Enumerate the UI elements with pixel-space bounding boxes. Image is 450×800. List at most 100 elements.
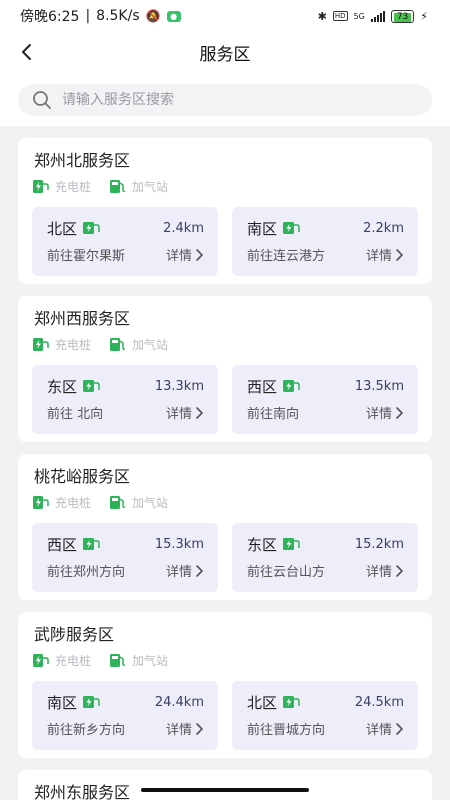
- zone-distance: 15.2km: [354, 536, 404, 552]
- service-area-name: 武陟服务区: [34, 625, 115, 644]
- zone-direction: 前往郑州方向: [47, 565, 126, 580]
- zone-distance: 15.3km: [154, 536, 204, 552]
- search-box[interactable]: [18, 84, 432, 116]
- facility-gas-label: 加气站: [132, 179, 169, 194]
- zone-card[interactable]: 南区 24.4km 前往新乡方向 详情: [32, 681, 218, 750]
- facility-tags: 充电桩 加气站: [32, 493, 418, 511]
- zone-distance: 13.5km: [354, 378, 404, 394]
- detail-link[interactable]: 详情: [366, 403, 404, 422]
- zone-direction: 前往新乡方向: [47, 723, 126, 738]
- charging-pile-icon: [33, 496, 49, 509]
- status-speed: 8.5K/s: [96, 8, 140, 24]
- service-area-name: 桃花峪服务区: [34, 467, 131, 486]
- zone-distance: 13.3km: [154, 378, 204, 394]
- detail-link[interactable]: 详情: [366, 561, 404, 580]
- zone-list: 北区 2.4km 前往霍尔果斯 详情 南区 2.2km 前往连云港方 详情: [32, 207, 418, 276]
- chevron-right-icon: [196, 564, 203, 577]
- mute-icon: 🔕: [145, 9, 161, 23]
- chevron-right-icon: [196, 406, 203, 419]
- detail-link[interactable]: 详情: [166, 561, 204, 580]
- hd-icon: HD: [332, 11, 348, 21]
- battery-icon: 73: [390, 9, 415, 23]
- service-area-card[interactable]: 武陟服务区 充电桩 加气站 南区 24.4km 前往新乡方向 详情 北区 24.…: [18, 612, 432, 758]
- charging-icon: [83, 380, 100, 392]
- zone-card[interactable]: 西区 13.5km 前往南向 详情: [232, 365, 418, 434]
- facility-gas-label: 加气站: [132, 495, 169, 510]
- status-left: 傍晚6:25 | 8.5K/s 🔕 ●: [20, 6, 181, 26]
- service-area-card[interactable]: 郑州东服务区: [18, 770, 432, 800]
- detail-link[interactable]: 详情: [366, 245, 404, 264]
- zone-direction: 前往连云港方: [247, 249, 326, 264]
- facility-gas-label: 加气站: [132, 653, 169, 668]
- status-time: 傍晚6:25: [20, 9, 80, 25]
- home-indicator[interactable]: [141, 788, 309, 792]
- service-area-card[interactable]: 郑州西服务区 充电桩 加气站 东区 13.3km 前往 北向 详情 西区 13.…: [18, 296, 432, 442]
- detail-label: 详情: [365, 249, 392, 264]
- facility-charging: 充电桩: [32, 178, 91, 195]
- charging-bolt-icon: ⚡: [420, 9, 428, 23]
- detail-label: 详情: [365, 723, 392, 738]
- facility-charging: 充电桩: [32, 652, 91, 669]
- network-label: 5G: [353, 11, 365, 21]
- facility-charging-label: 充电桩: [55, 179, 92, 194]
- facility-gas: 加气站: [109, 336, 168, 353]
- wechat-icon: ●: [166, 10, 181, 22]
- service-area-name: 郑州北服务区: [34, 151, 131, 170]
- facility-charging-label: 充电桩: [55, 653, 92, 668]
- facility-gas-label: 加气站: [132, 337, 169, 352]
- charging-pile-icon: [33, 180, 49, 193]
- zone-direction: 前往 北向: [47, 407, 104, 422]
- chevron-right-icon: [396, 564, 403, 577]
- facility-charging: 充电桩: [32, 494, 91, 511]
- zone-card[interactable]: 北区 2.4km 前往霍尔果斯 详情: [32, 207, 218, 276]
- facility-charging-label: 充电桩: [55, 337, 92, 352]
- bluetooth-icon: ✱: [317, 9, 327, 23]
- zone-name: 北区: [47, 219, 78, 238]
- chevron-left-icon: [22, 44, 31, 60]
- chevron-right-icon: [396, 248, 403, 261]
- service-area-card[interactable]: 郑州北服务区 充电桩 加气站 北区 2.4km 前往霍尔果斯 详情 南区 2.2…: [18, 138, 432, 284]
- facility-tags: 充电桩 加气站: [32, 177, 418, 195]
- detail-link[interactable]: 详情: [166, 719, 204, 738]
- signal-icon: [370, 10, 385, 22]
- chevron-right-icon: [396, 406, 403, 419]
- charging-icon: [83, 538, 100, 550]
- zone-name: 南区: [247, 219, 278, 238]
- facility-charging: 充电桩: [32, 336, 91, 353]
- zone-card[interactable]: 东区 15.2km 前往云台山方 详情: [232, 523, 418, 592]
- zone-name: 东区: [247, 535, 278, 554]
- nav-bar: 服务区: [0, 32, 450, 72]
- charging-icon: [283, 538, 300, 550]
- detail-link[interactable]: 详情: [366, 719, 404, 738]
- zone-list: 南区 24.4km 前往新乡方向 详情 北区 24.5km 前往晋城方向 详情: [32, 681, 418, 750]
- zone-card[interactable]: 北区 24.5km 前往晋城方向 详情: [232, 681, 418, 750]
- gas-station-icon: [110, 654, 126, 667]
- service-area-card[interactable]: 桃花峪服务区 充电桩 加气站 西区 15.3km 前往郑州方向 详情 东区 15…: [18, 454, 432, 600]
- detail-link[interactable]: 详情: [166, 403, 204, 422]
- detail-label: 详情: [365, 565, 392, 580]
- zone-card[interactable]: 南区 2.2km 前往连云港方 详情: [232, 207, 418, 276]
- zone-distance: 2.4km: [163, 220, 204, 236]
- status-right: ✱ HD 5G 73 ⚡: [317, 9, 428, 23]
- zone-name: 北区: [247, 693, 278, 712]
- zone-name: 西区: [247, 377, 278, 396]
- zone-direction: 前往霍尔果斯: [47, 249, 126, 264]
- zone-name: 西区: [47, 535, 78, 554]
- detail-link[interactable]: 详情: [166, 245, 204, 264]
- charging-icon: [283, 696, 300, 708]
- zone-card[interactable]: 西区 15.3km 前往郑州方向 详情: [32, 523, 218, 592]
- back-button[interactable]: [12, 38, 40, 66]
- facility-gas: 加气站: [109, 652, 168, 669]
- chevron-right-icon: [196, 248, 203, 261]
- zone-list: 东区 13.3km 前往 北向 详情 西区 13.5km 前往南向 详情: [32, 365, 418, 434]
- zone-direction: 前往南向: [247, 407, 300, 422]
- battery-level: 73: [393, 12, 412, 22]
- detail-label: 详情: [165, 723, 192, 738]
- search-icon: [33, 91, 51, 109]
- search-input[interactable]: [62, 92, 418, 108]
- page-title: 服务区: [199, 44, 251, 65]
- zone-distance: 24.4km: [154, 694, 204, 710]
- zone-card[interactable]: 东区 13.3km 前往 北向 详情: [32, 365, 218, 434]
- gas-station-icon: [110, 338, 126, 351]
- search-section: [0, 72, 450, 126]
